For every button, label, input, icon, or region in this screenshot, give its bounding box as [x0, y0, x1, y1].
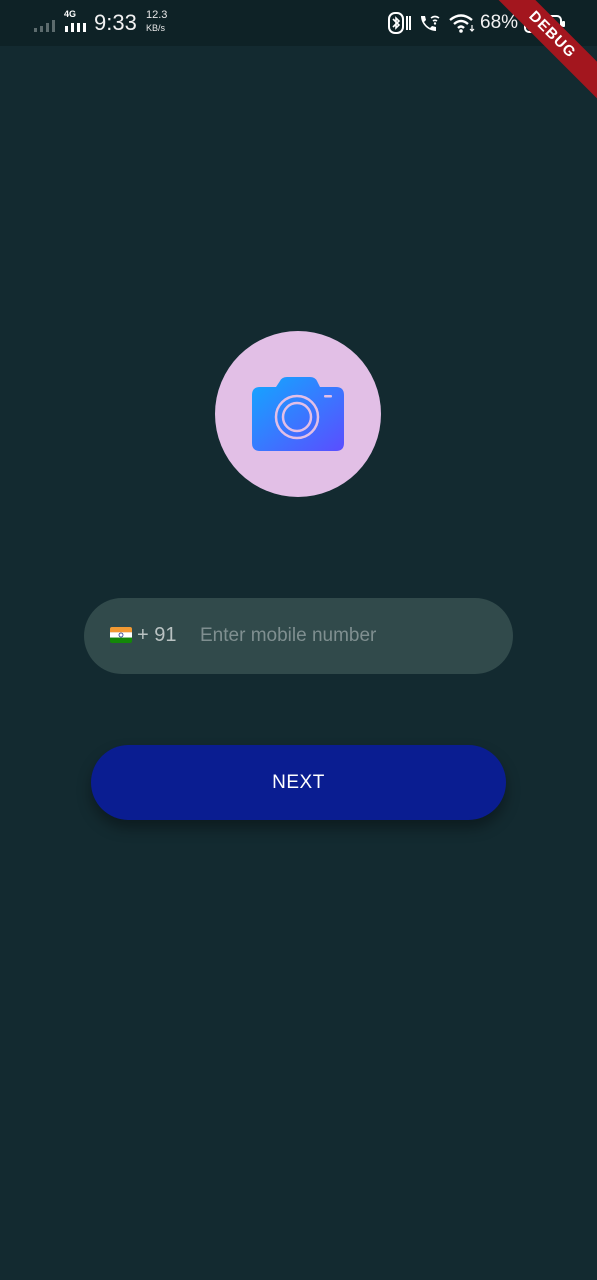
country-code[interactable]: + 91 [137, 624, 176, 647]
network-speed: 12.3 KB/s [146, 9, 167, 35]
battery-percent: 68% [480, 12, 519, 33]
wifi-calling-icon [421, 15, 440, 31]
profile-photo-picker[interactable] [215, 331, 381, 497]
india-flag-icon[interactable] [110, 627, 132, 643]
signal-bars-icon [34, 20, 55, 32]
network-4g-icon [65, 23, 86, 32]
next-button[interactable]: NEXT [91, 745, 506, 820]
camera-icon [252, 377, 344, 451]
bluetooth-icon [388, 12, 411, 34]
network-speed-value: 12.3 [146, 9, 168, 21]
mobile-number-input[interactable] [200, 620, 490, 652]
network-speed-unit: KB/s [146, 23, 166, 33]
wifi-icon [449, 14, 475, 33]
login-screen: 4G 9:33 12.3 KB/s 68% DEBUG + 91 Enter m… [0, 0, 597, 1280]
status-time: 9:33 [94, 10, 137, 35]
